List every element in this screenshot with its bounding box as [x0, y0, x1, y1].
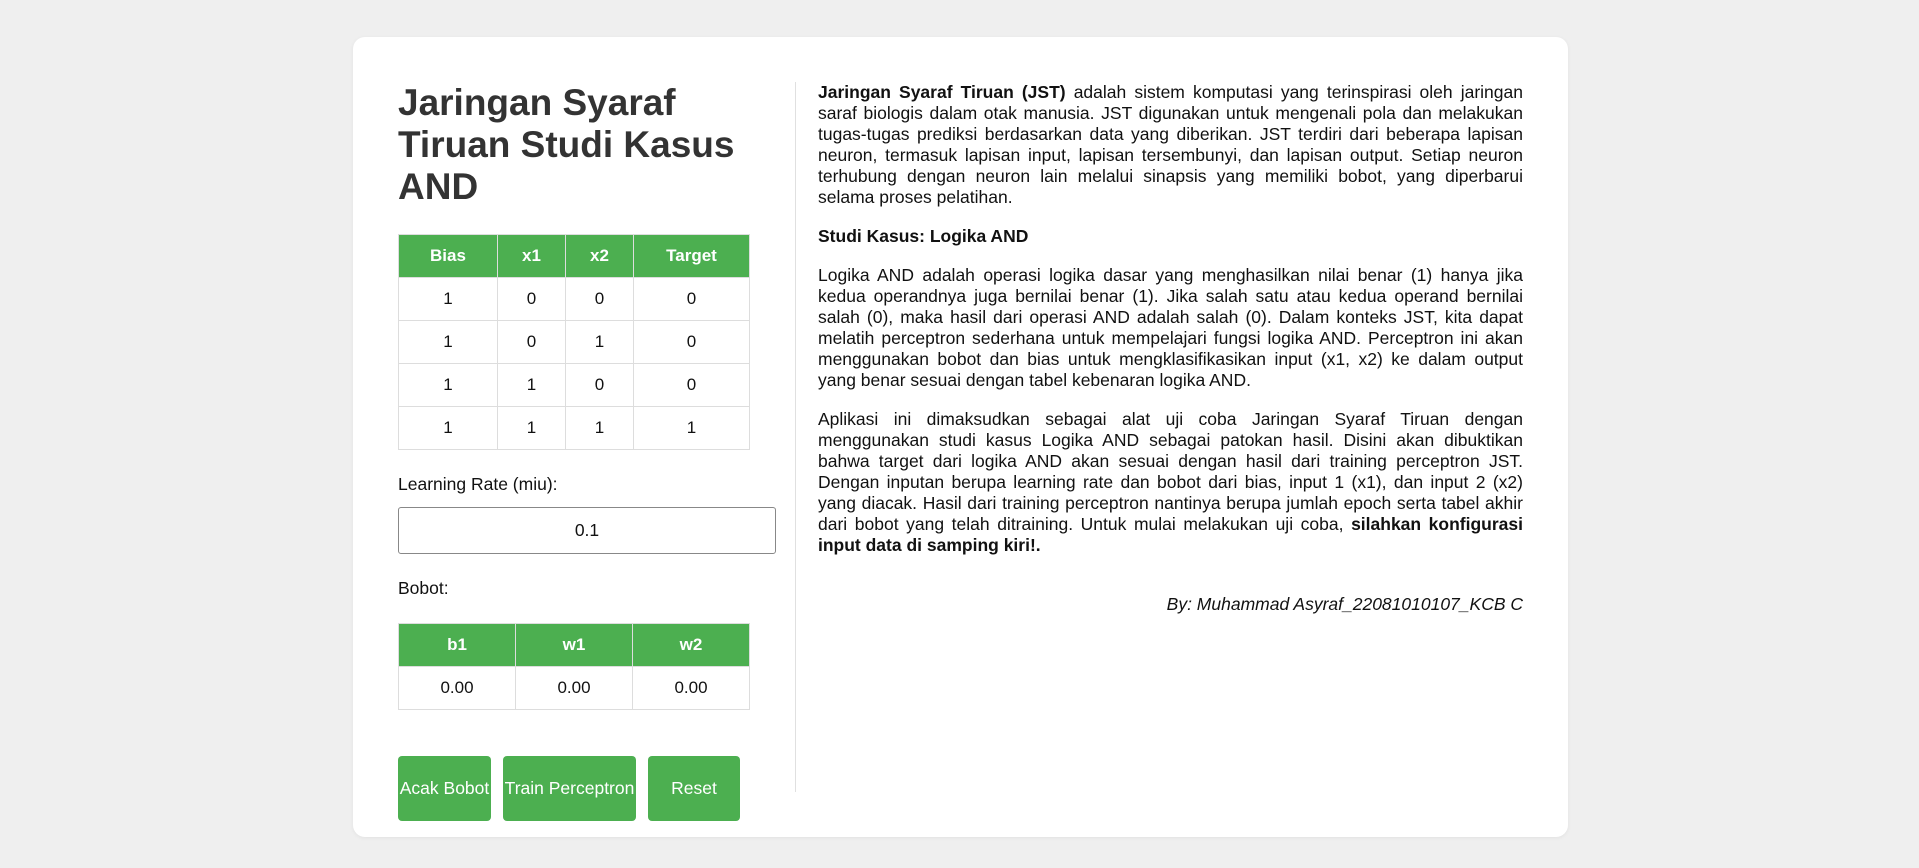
- header-target: Target: [633, 234, 750, 278]
- table-row: 1 1 0 0: [398, 363, 750, 407]
- case-heading: Studi Kasus: Logika AND: [818, 226, 1029, 246]
- header-w1: w1: [515, 623, 633, 667]
- cell-target: 0: [633, 363, 750, 407]
- table-row: 1 0 0 0: [398, 277, 750, 321]
- cell-x1: 0: [497, 320, 566, 364]
- truth-table-header: Bias x1 x2 Target: [398, 234, 750, 278]
- cell-target: 1: [633, 406, 750, 450]
- train-perceptron-button[interactable]: Train Perceptron: [503, 756, 636, 821]
- column-divider: [795, 82, 796, 792]
- main-card: Jaringan Syaraf Tiruan Studi Kasus AND B…: [353, 37, 1568, 837]
- cell-w1: 0.00: [515, 666, 633, 710]
- weights-table-header: b1 w1 w2: [398, 623, 750, 667]
- cell-bias: 1: [398, 277, 498, 321]
- cell-target: 0: [633, 320, 750, 364]
- cell-x2: 1: [565, 406, 634, 450]
- intro-bold: Jaringan Syaraf Tiruan (JST): [818, 82, 1066, 102]
- header-x2: x2: [565, 234, 634, 278]
- cell-b1: 0.00: [398, 666, 516, 710]
- table-row: 1 0 1 0: [398, 320, 750, 364]
- page-title: Jaringan Syaraf Tiruan Studi Kasus AND: [398, 82, 735, 207]
- cell-x1: 0: [497, 277, 566, 321]
- header-x1: x1: [497, 234, 566, 278]
- table-row: 0.00 0.00 0.00: [398, 666, 750, 710]
- case-paragraph: Logika AND adalah operasi logika dasar y…: [818, 265, 1523, 390]
- app-paragraph: Aplikasi ini dimaksudkan sebagai alat uj…: [818, 409, 1523, 556]
- learning-rate-label: Learning Rate (miu):: [398, 474, 558, 494]
- cell-x1: 1: [497, 406, 566, 450]
- right-panel: Jaringan Syaraf Tiruan (JST) adalah sist…: [818, 82, 1523, 615]
- weights-label: Bobot:: [398, 578, 449, 598]
- header-b1: b1: [398, 623, 516, 667]
- left-panel: Jaringan Syaraf Tiruan Studi Kasus AND B…: [398, 82, 778, 821]
- cell-bias: 1: [398, 406, 498, 450]
- reset-button[interactable]: Reset: [648, 756, 740, 821]
- weights-table: b1 w1 w2 0.00 0.00 0.00: [398, 623, 750, 710]
- cell-x2: 1: [565, 320, 634, 364]
- truth-table: Bias x1 x2 Target 1 0 0 0 1 0 1 0 1 1 0 …: [398, 234, 750, 450]
- learning-rate-input[interactable]: [398, 507, 776, 554]
- author-byline: By: Muhammad Asyraf_22081010107_KCB C: [1166, 594, 1523, 614]
- cell-bias: 1: [398, 320, 498, 364]
- header-bias: Bias: [398, 234, 498, 278]
- action-buttons: Acak Bobot Train Perceptron Reset: [398, 756, 778, 821]
- cell-bias: 1: [398, 363, 498, 407]
- table-row: 1 1 1 1: [398, 406, 750, 450]
- cell-x1: 1: [497, 363, 566, 407]
- cell-target: 0: [633, 277, 750, 321]
- cell-w2: 0.00: [632, 666, 750, 710]
- header-w2: w2: [632, 623, 750, 667]
- cell-x2: 0: [565, 277, 634, 321]
- randomize-weights-button[interactable]: Acak Bobot: [398, 756, 491, 821]
- cell-x2: 0: [565, 363, 634, 407]
- intro-paragraph: Jaringan Syaraf Tiruan (JST) adalah sist…: [818, 82, 1523, 208]
